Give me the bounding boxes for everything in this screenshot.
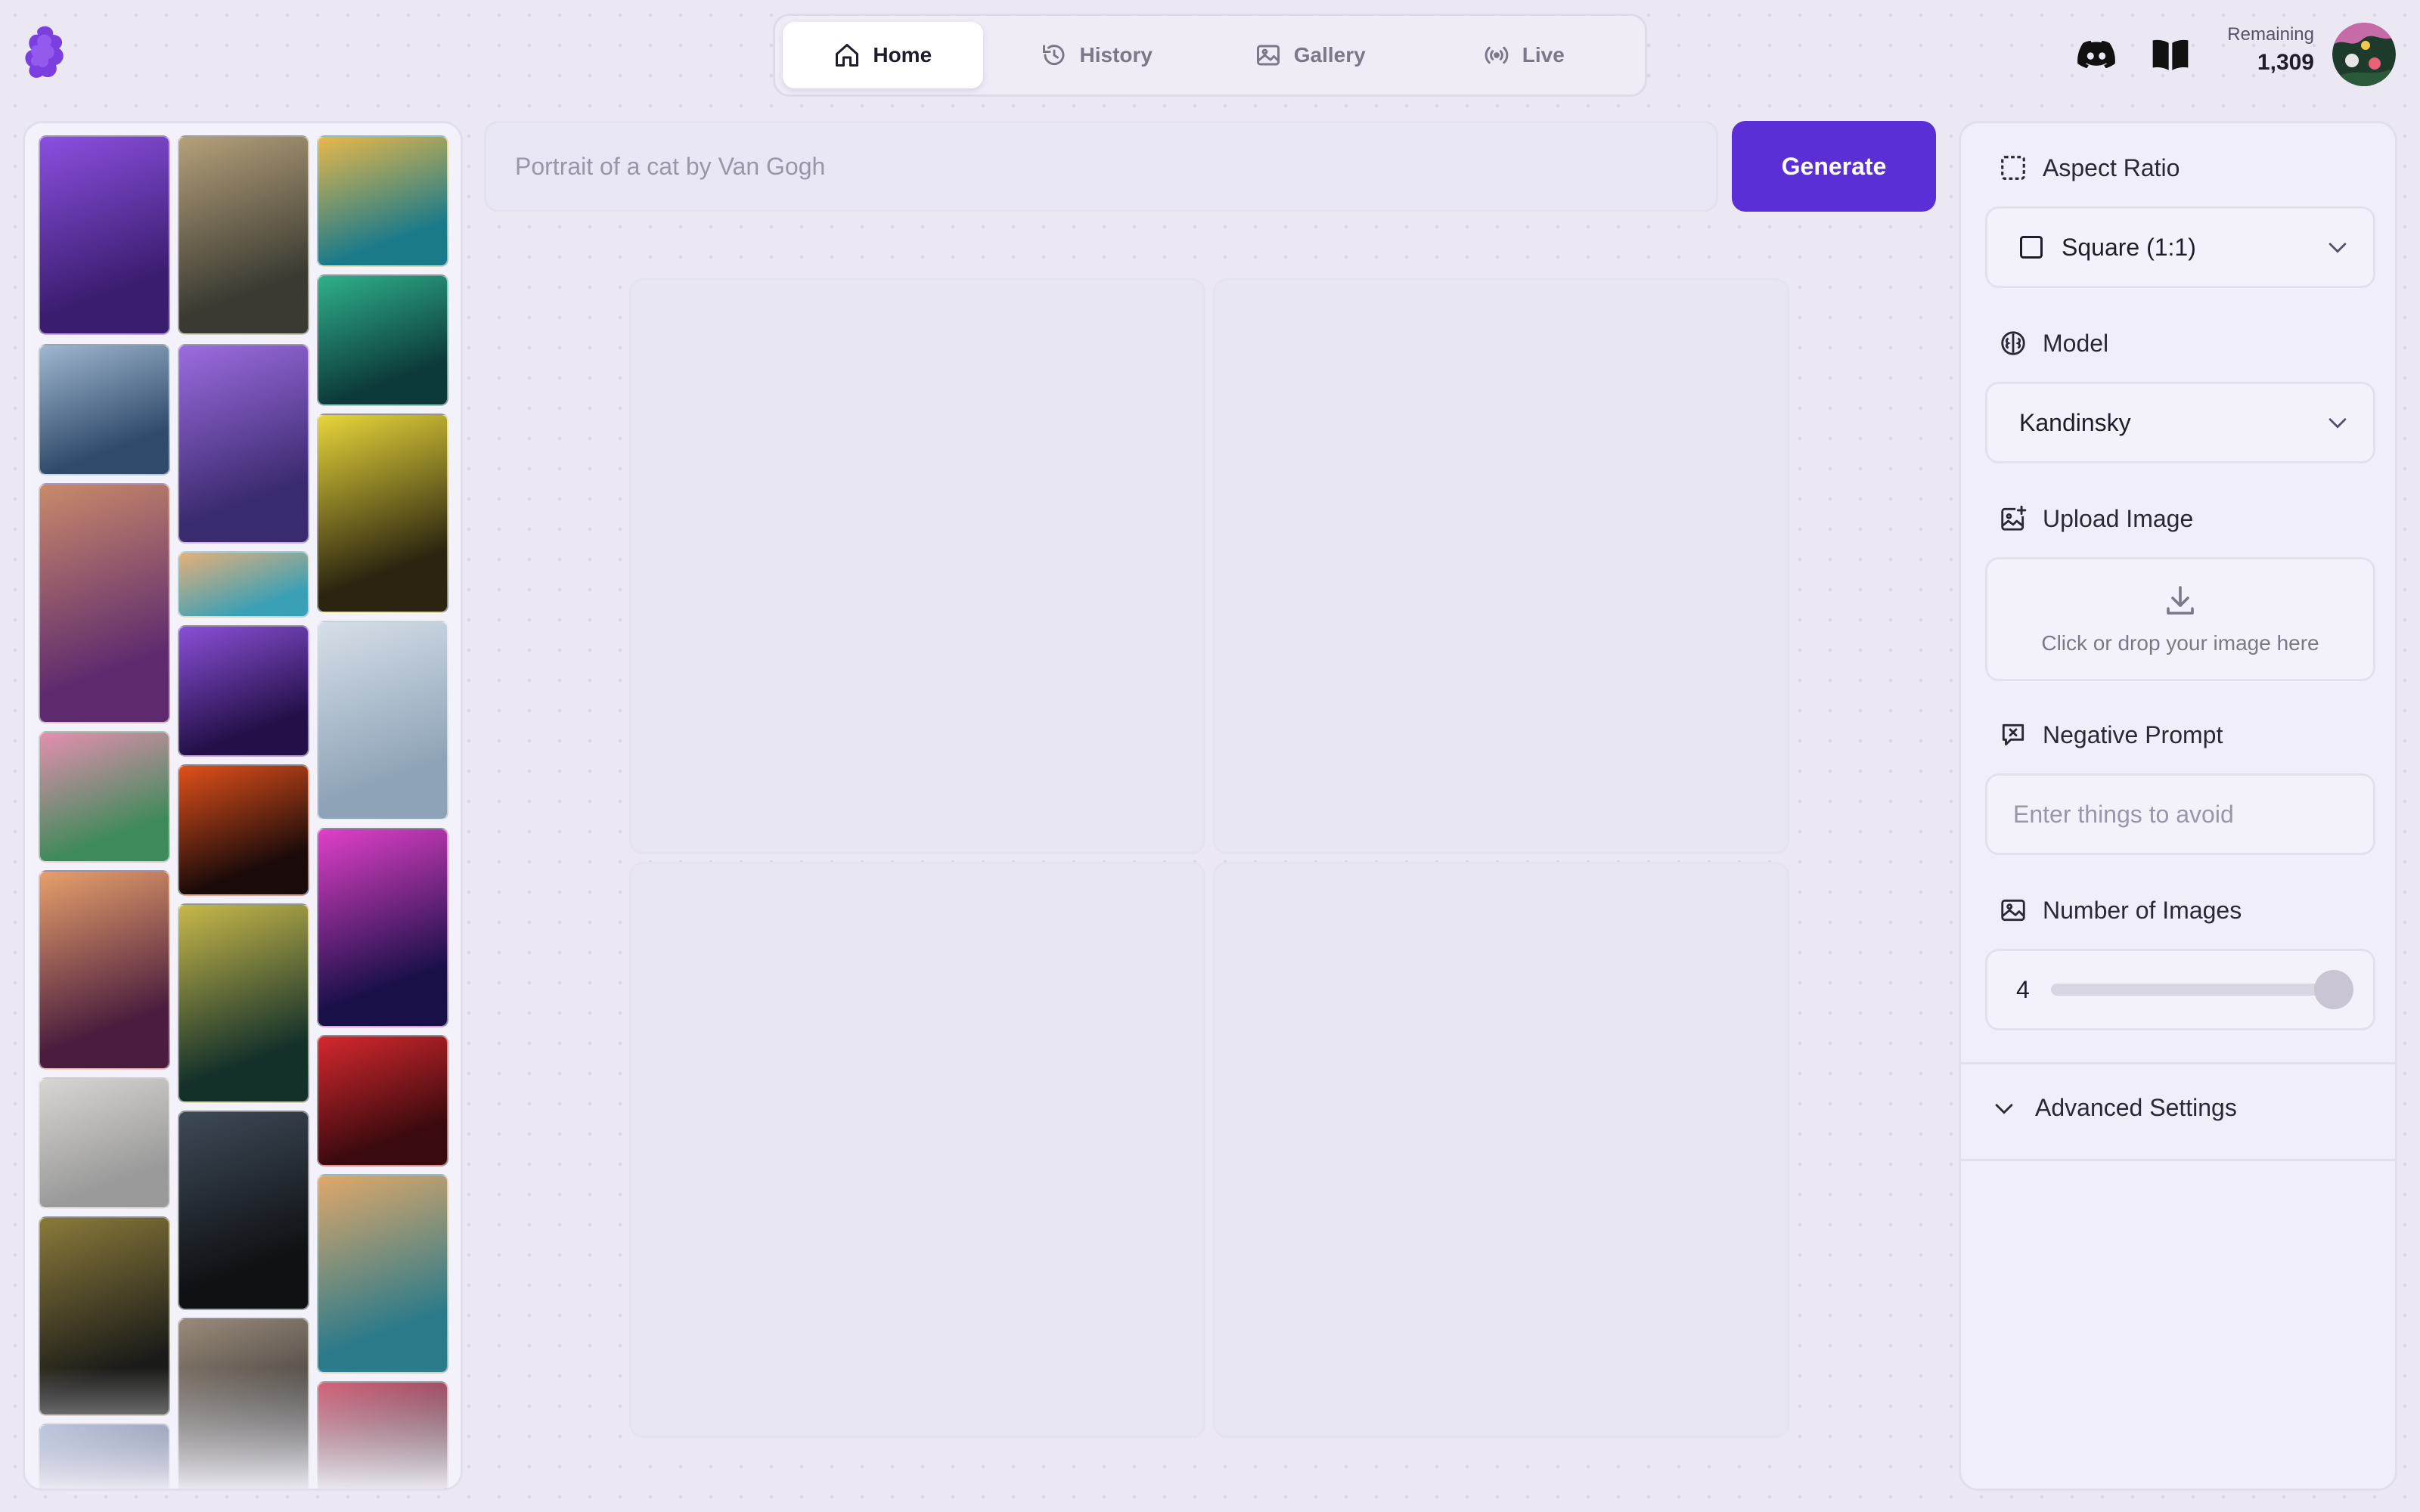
gallery-fade xyxy=(25,1368,461,1489)
gothic-city-thumbnail[interactable] xyxy=(39,344,170,476)
model-label: Model xyxy=(2043,329,2109,357)
raccoon-sticker-thumbnail[interactable] xyxy=(317,621,448,820)
red-hair-woman-thumbnail[interactable] xyxy=(317,1035,448,1167)
aspect-ratio-section-label: Aspect Ratio xyxy=(1999,153,2180,182)
negative-prompt-section-label: Negative Prompt xyxy=(1999,720,2223,749)
tribal-woman-thumbnail[interactable] xyxy=(317,1174,448,1374)
tab-history[interactable]: History xyxy=(997,22,1197,88)
number-of-images-label: Number of Images xyxy=(2043,896,2242,924)
negative-prompt-label: Negative Prompt xyxy=(2043,720,2223,748)
aspect-ratio-select[interactable]: Square (1:1) xyxy=(1985,206,2375,288)
image-icon xyxy=(2001,899,2025,922)
tab-live[interactable]: Live xyxy=(1424,22,1624,88)
model-select[interactable]: Kandinsky xyxy=(1985,382,2375,463)
surreal-face-thumbnail[interactable] xyxy=(317,135,448,267)
main-nav: Home History Gallery Live xyxy=(773,14,1647,97)
square-icon xyxy=(2020,236,2043,259)
pikachu-portrait-thumbnail[interactable] xyxy=(317,414,448,613)
logo-icon[interactable] xyxy=(24,24,67,82)
upload-label: Upload Image xyxy=(2043,504,2194,532)
avatar[interactable] xyxy=(2332,23,2396,86)
message-x-icon xyxy=(2002,723,2024,746)
pagoda-thumbnail[interactable] xyxy=(39,1077,170,1209)
tab-live-label: Live xyxy=(1522,43,1565,67)
pink-flowers-thumbnail[interactable] xyxy=(39,731,170,863)
negative-prompt-placeholder: Enter things to avoid xyxy=(2013,800,2234,828)
aspect-ratio-value: Square (1:1) xyxy=(2062,233,2196,261)
generate-button[interactable]: Generate xyxy=(1732,121,1936,212)
neon-crystal-thumbnail[interactable] xyxy=(317,828,448,1027)
lava-road-thumbnail[interactable] xyxy=(178,764,309,896)
image-icon xyxy=(1256,45,1280,66)
number-of-images-section-label: Number of Images xyxy=(1999,896,2242,925)
home-icon xyxy=(836,44,859,67)
image-slot-2[interactable] xyxy=(1213,278,1789,854)
chevron-down-icon xyxy=(2328,243,2347,253)
divider xyxy=(1961,1062,2395,1064)
butterfly-crown-thumbnail[interactable] xyxy=(39,870,170,1070)
image-slot-3[interactable] xyxy=(629,862,1205,1438)
model-value: Kandinsky xyxy=(2019,408,2131,436)
broadcast-icon xyxy=(1485,46,1509,64)
retro-van-thumbnail[interactable] xyxy=(178,551,309,618)
model-section-label: Model xyxy=(1999,329,2108,358)
slider-thumb[interactable] xyxy=(2314,970,2353,1009)
tab-gallery-label: Gallery xyxy=(1293,43,1366,67)
raven-knight-thumbnail[interactable] xyxy=(178,344,309,544)
brain-icon xyxy=(2001,331,2025,355)
book-icon[interactable] xyxy=(2149,33,2192,76)
number-of-images-value: 4 xyxy=(2016,975,2030,1003)
advanced-settings-toggle[interactable]: Advanced Settings xyxy=(1991,1094,2237,1122)
upload-section-label: Upload Image xyxy=(1999,504,2193,533)
purple-moon-forest-thumbnail[interactable] xyxy=(178,625,309,757)
image-slot-1[interactable] xyxy=(629,278,1205,854)
negative-prompt-input[interactable]: Enter things to avoid xyxy=(1985,773,2375,855)
tab-home[interactable]: Home xyxy=(783,22,983,88)
history-icon xyxy=(1042,45,1064,66)
number-of-images-slider[interactable]: 4 xyxy=(1985,949,2375,1030)
upload-hint: Click or drop your image here xyxy=(2041,631,2319,655)
chevron-down-icon xyxy=(1995,1103,2013,1114)
discord-icon[interactable] xyxy=(2075,33,2118,76)
image-slot-4[interactable] xyxy=(1213,862,1789,1438)
image-dropzone[interactable]: Click or drop your image here xyxy=(1985,557,2375,681)
chevron-down-icon xyxy=(2328,418,2347,429)
plague-doctors-thumbnail[interactable] xyxy=(178,135,309,335)
image-plus-icon xyxy=(2001,505,2027,531)
advanced-settings-label: Advanced Settings xyxy=(2035,1094,2237,1121)
cthulhu-thumbnail[interactable] xyxy=(317,274,448,406)
starry-tree-thumbnail[interactable] xyxy=(178,903,309,1103)
download-icon xyxy=(2167,586,2194,615)
aspect-ratio-icon xyxy=(2001,156,2025,180)
black-dragon-thumbnail[interactable] xyxy=(178,1111,309,1310)
settings-panel: Aspect Ratio Square (1:1) Model Kandinsk… xyxy=(1959,121,2397,1491)
inspiration-gallery[interactable] xyxy=(23,121,463,1491)
slider-track[interactable] xyxy=(2051,970,2353,1009)
tab-home-label: Home xyxy=(873,43,932,67)
anime-boy-thumbnail[interactable] xyxy=(39,483,170,723)
purple-cat-thumbnail[interactable] xyxy=(39,135,170,335)
remaining-label: Remaining xyxy=(2227,24,2314,45)
remaining-value: 1,309 xyxy=(2257,50,2314,75)
remaining-credits: Remaining 1,309 xyxy=(2208,24,2314,76)
aspect-ratio-label: Aspect Ratio xyxy=(2043,153,2180,181)
tab-gallery[interactable]: Gallery xyxy=(1210,22,1410,88)
tab-history-label: History xyxy=(1079,43,1153,67)
divider xyxy=(1961,1159,2395,1161)
prompt-input[interactable] xyxy=(484,121,1718,212)
